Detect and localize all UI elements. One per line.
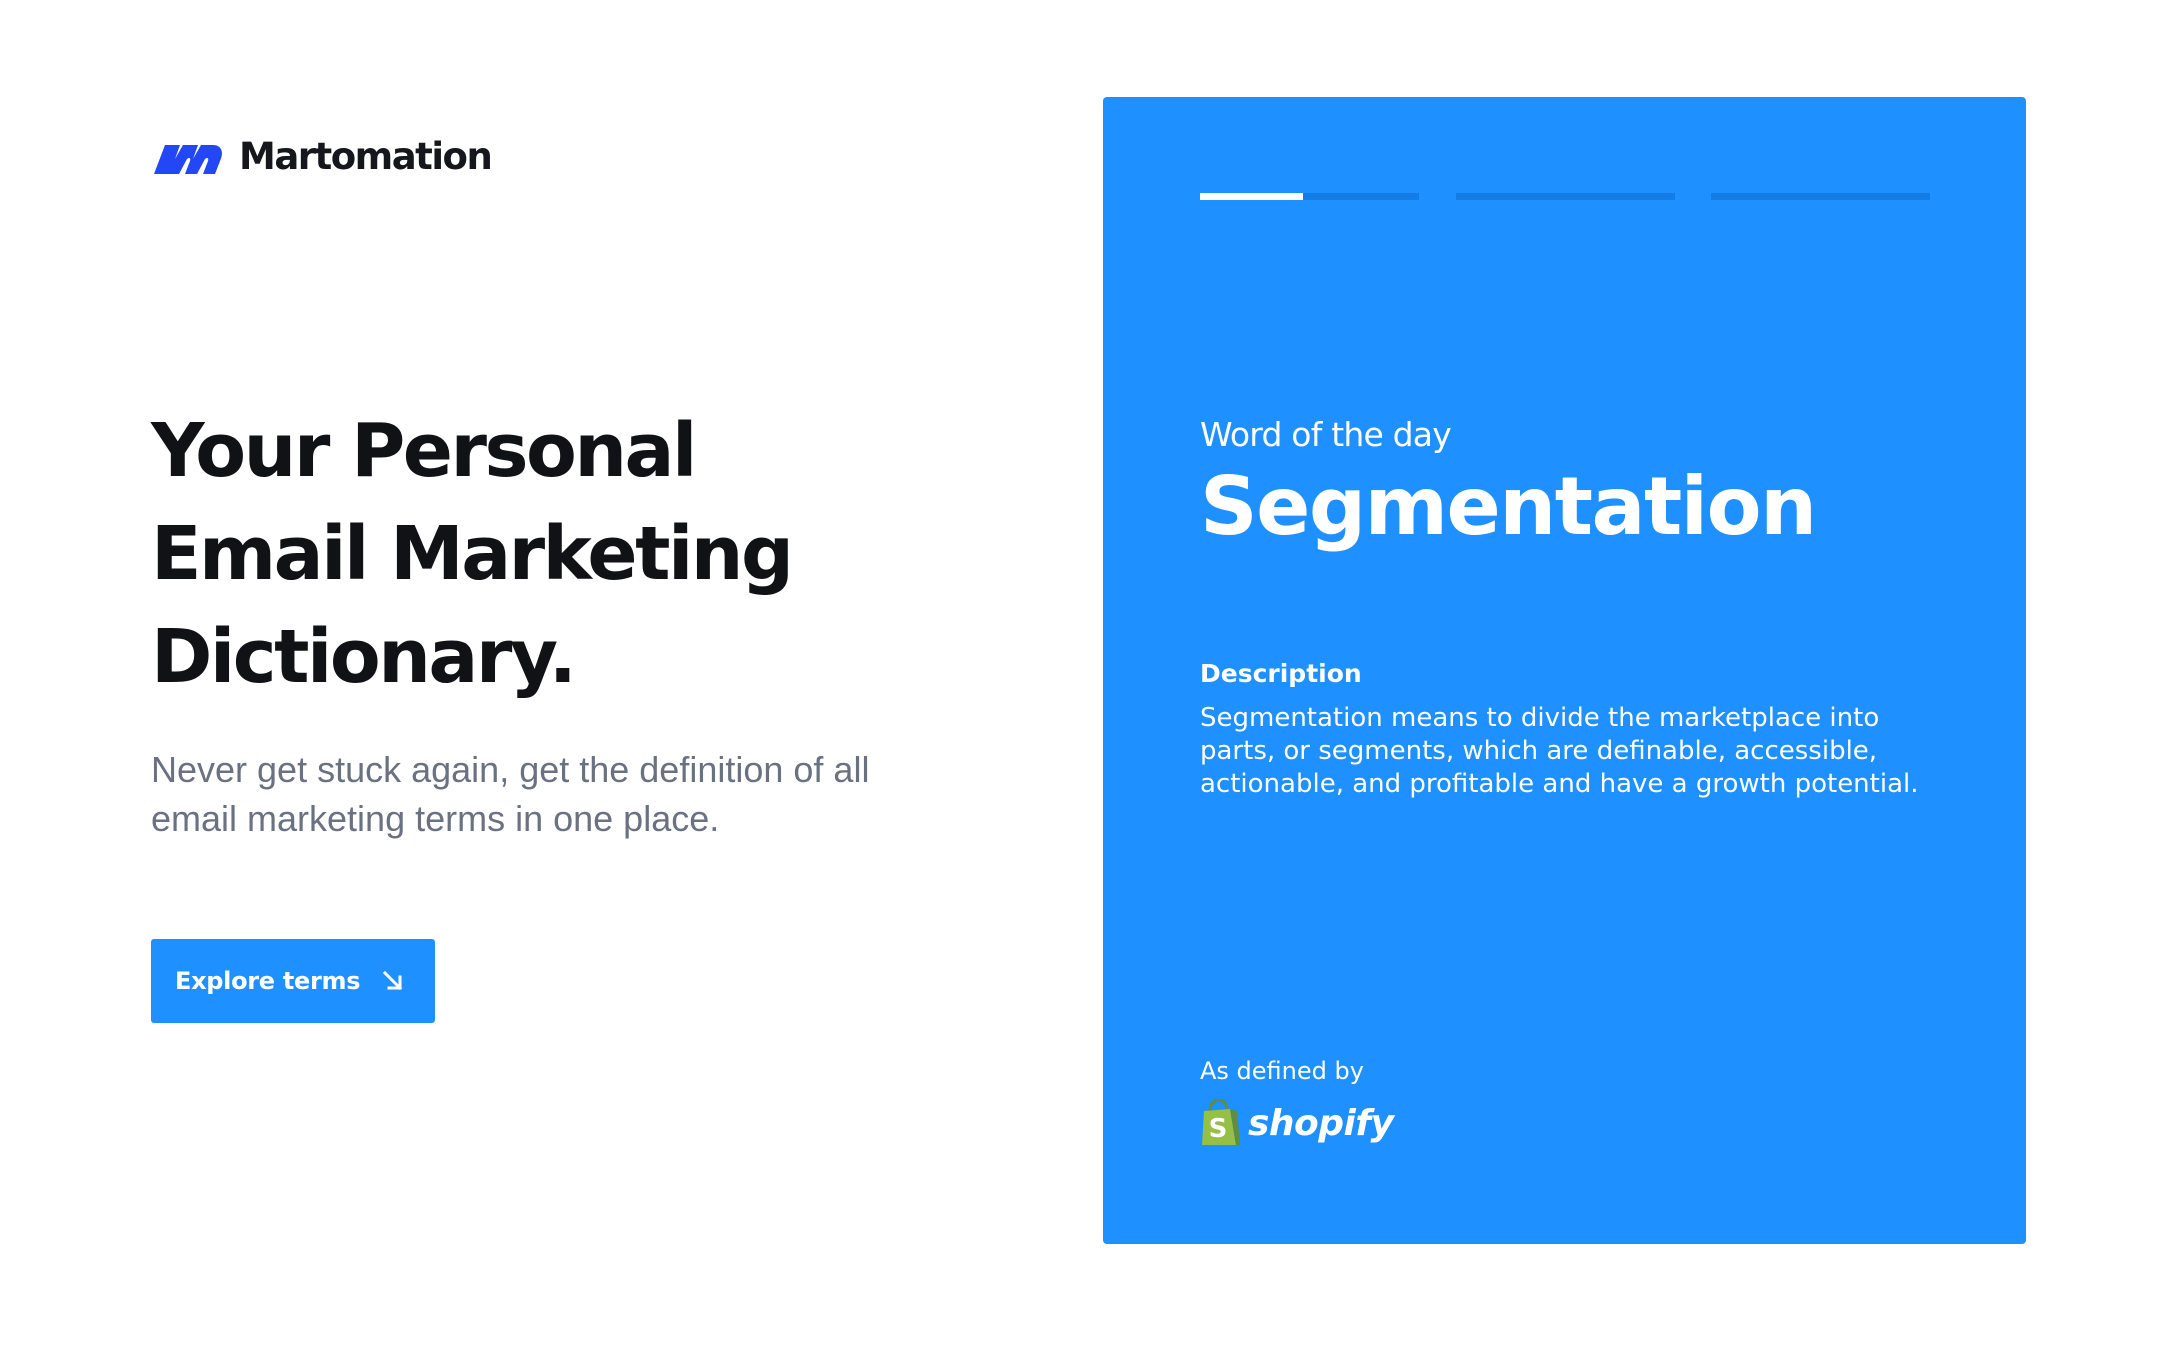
hero-section: Martomation Your Personal Email Marketin… (0, 0, 1100, 1355)
martomation-logo-icon (154, 145, 222, 174)
headline-line: Your Personal (151, 408, 697, 494)
arrow-down-right-icon (382, 970, 404, 992)
word-of-the-day-card: Word of the day Segmentation Description… (1103, 97, 2026, 1244)
progress-segment[interactable] (1200, 193, 1419, 200)
progress-fill (1200, 193, 1303, 200)
brand-logo[interactable]: Martomation (151, 135, 493, 178)
brand-name: Martomation (239, 135, 493, 178)
progress-segment[interactable] (1711, 193, 1930, 200)
term-description: Segmentation means to divide the marketp… (1200, 703, 1919, 799)
source-logo: S shopify (1200, 1099, 1394, 1147)
source-label: As defined by (1200, 1057, 1364, 1085)
page-title: Your Personal Email Marketing Dictionary… (151, 400, 931, 709)
explore-terms-button[interactable]: Explore terms (151, 939, 435, 1023)
shopify-wordmark: shopify (1248, 1102, 1394, 1144)
carousel-progress (1200, 193, 1930, 200)
description-heading: Description (1200, 659, 1362, 688)
word-of-the-day-label: Word of the day (1200, 415, 1452, 454)
svg-text:S: S (1209, 1114, 1228, 1144)
term-title: Segmentation (1200, 460, 1817, 553)
headline-line: Email Marketing (151, 511, 794, 597)
shopify-bag-icon: S (1202, 1099, 1240, 1145)
explore-terms-label: Explore terms (175, 967, 361, 995)
hero-subtext: Never get stuck again, get the definitio… (151, 749, 870, 839)
headline-line: Dictionary. (151, 614, 577, 700)
progress-segment[interactable] (1455, 193, 1675, 200)
